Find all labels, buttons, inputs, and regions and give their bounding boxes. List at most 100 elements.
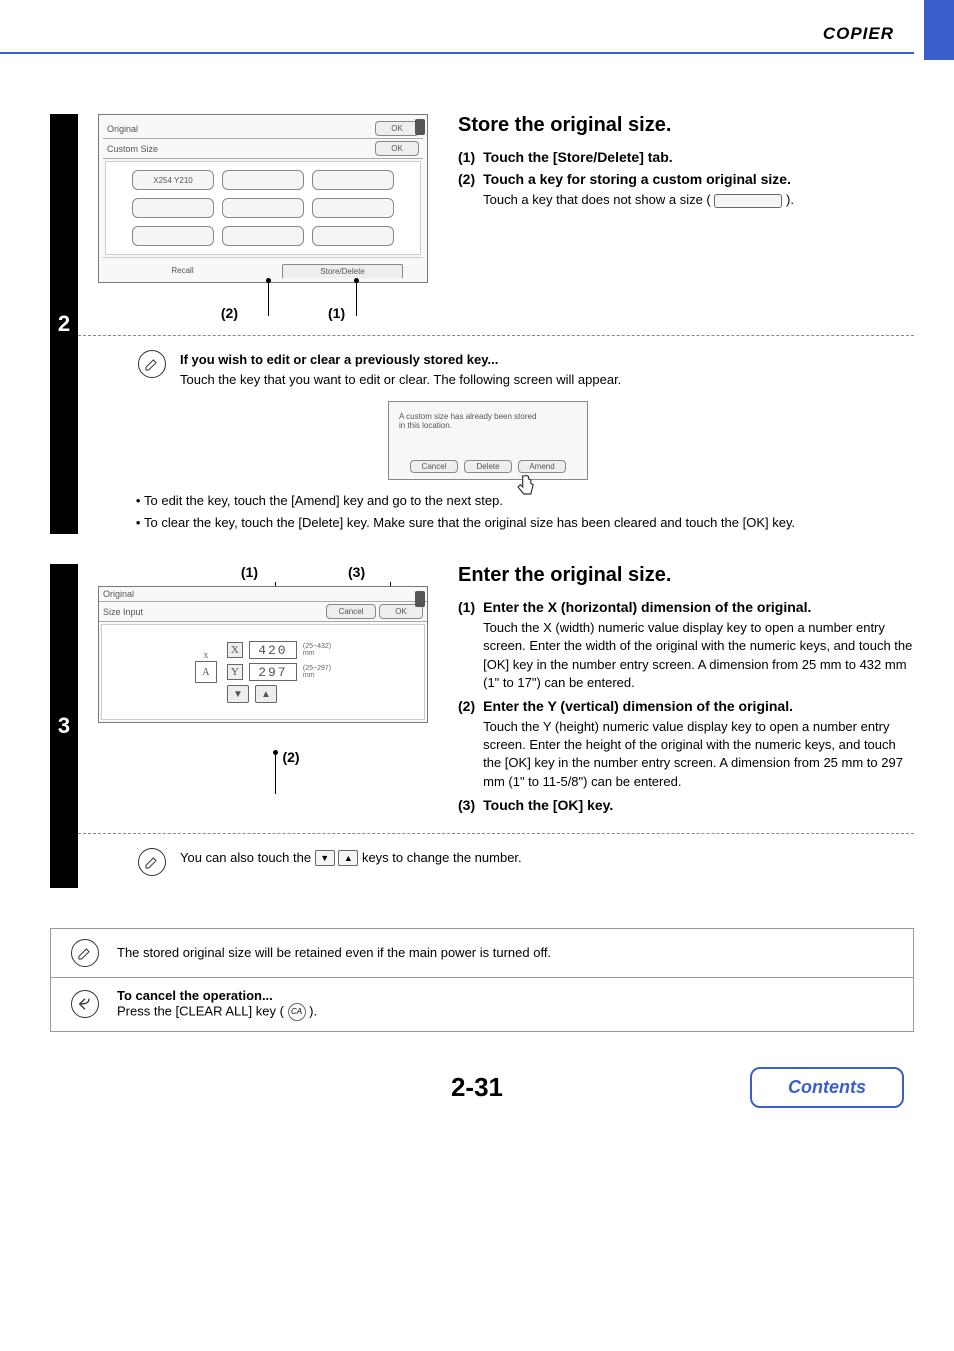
leader-dot [266, 278, 271, 283]
item3-txt-1: Enter the X (horizontal) dimension of th… [483, 599, 811, 615]
callout-1: (1) [328, 305, 345, 321]
dialog-delete-button[interactable]: Delete [464, 460, 512, 473]
callout3-2: (2) [282, 749, 299, 765]
item3-sub-1: Touch the X (width) numeric value displa… [483, 619, 914, 692]
confirm-dialog: A custom size has already been stored in… [388, 401, 588, 480]
custom-size-panel: Original OK Custom Size OK X254 Y210 [98, 114, 428, 283]
step-number-3-label: 3 [58, 713, 70, 739]
step2-note: If you wish to edit or clear a previousl… [138, 350, 914, 389]
item3-num-1: (1) [458, 599, 475, 692]
step3-text: Enter the original size. (1) Enter the X… [458, 564, 914, 819]
step-2: 2 Original OK Custom Size OK [50, 114, 914, 534]
stored-key-1[interactable]: X254 Y210 [132, 170, 214, 190]
note3-prefix: You can also touch the [180, 850, 315, 865]
dialog-amend-button[interactable]: Amend [518, 460, 566, 473]
item3-sub-2: Touch the Y (height) numeric value displ… [483, 718, 914, 791]
pencil-icon [71, 939, 99, 967]
empty-key[interactable] [222, 198, 304, 218]
pencil-icon [138, 848, 166, 876]
page-number: 2-31 [451, 1072, 503, 1103]
note-body-text: Touch the key that you want to edit or c… [180, 370, 914, 390]
cancel-body-a: Press the [CLEAR ALL] key ( [117, 1003, 284, 1018]
step-number-2: 2 [50, 114, 78, 534]
cancel-title: To cancel the operation... [117, 988, 273, 1003]
empty-key[interactable] [132, 226, 214, 246]
x-range: (25~432) mm [303, 643, 331, 657]
item-num-2: (2) [458, 171, 475, 209]
item3-num-2: (2) [458, 698, 475, 791]
page-header: COPIER [0, 0, 954, 52]
panel3-cancel[interactable]: Cancel [326, 604, 377, 619]
note3-suffix: keys to change the number. [362, 850, 522, 865]
side-tab [924, 0, 954, 60]
item3-txt-2: Enter the Y (vertical) dimension of the … [483, 698, 793, 714]
callout3-1: (1) [241, 564, 258, 580]
step2-text: Store the original size. (1) Touch the [… [458, 114, 914, 321]
dialog-cancel-button[interactable]: Cancel [410, 460, 458, 473]
x-value-input[interactable]: 420 [249, 641, 297, 659]
scroll-thumb[interactable] [415, 119, 425, 135]
step-number-3: 3 [50, 564, 78, 888]
up-arrow-icon: ▲ [338, 850, 358, 866]
cancel-body-b: ). [309, 1003, 317, 1018]
panel-ok-2[interactable]: OK [375, 141, 419, 156]
item-txt-1: Touch the [Store/Delete] tab. [483, 149, 914, 165]
cursor-hand-icon [511, 473, 539, 503]
down-arrow-icon: ▼ [315, 850, 335, 866]
note-bold: If you wish to edit or clear a previousl… [180, 350, 914, 370]
decrement-button[interactable]: ▼ [227, 685, 249, 703]
step2-callouts: (2) (1) [98, 305, 428, 321]
key-grid: X254 Y210 [105, 161, 421, 255]
scroll-thumb[interactable] [415, 591, 425, 607]
orientation-icon: X A [195, 661, 217, 683]
step3-diagram: (1) (3) Original [98, 564, 428, 819]
step3-title: Enter the original size. [458, 564, 914, 587]
sub-prefix: Touch a key that does not show a size ( [483, 192, 711, 207]
section-title: COPIER [823, 24, 894, 44]
panel-title: Original [107, 124, 138, 134]
step-number-2-label: 2 [58, 311, 70, 337]
panel3-title: Original [103, 589, 134, 599]
header-rule [0, 52, 914, 54]
y-label: Y [227, 664, 243, 680]
x-label: X [227, 642, 243, 658]
blank-key-icon [714, 194, 782, 208]
step-3: 3 (1) (3) [50, 564, 914, 888]
callout3-3: (3) [348, 564, 365, 580]
empty-key[interactable] [312, 198, 394, 218]
dashed-divider [78, 335, 914, 336]
step2-title: Store the original size. [458, 114, 914, 137]
empty-key[interactable] [132, 198, 214, 218]
recall-tab[interactable]: Recall [123, 264, 242, 278]
boxed-notes: The stored original size will be retaine… [50, 928, 914, 1032]
bullet-2: To clear the key, touch the [Delete] key… [144, 512, 914, 534]
item-num-1: (1) [458, 149, 475, 165]
y-range: (25~297) mm [303, 665, 331, 679]
step2-diagram: Original OK Custom Size OK X254 Y210 [98, 114, 428, 321]
y-value-input[interactable]: 297 [249, 663, 297, 681]
leader-dot [354, 278, 359, 283]
clear-all-key-icon: CA [288, 1003, 306, 1021]
panel-ok-1[interactable]: OK [375, 121, 419, 136]
increment-button[interactable]: ▲ [255, 685, 277, 703]
empty-key[interactable] [312, 226, 394, 246]
panel3-subtitle: Size Input [103, 607, 143, 617]
sub-suffix: ). [786, 192, 794, 207]
retain-note: The stored original size will be retaine… [117, 945, 551, 960]
empty-key[interactable] [222, 170, 304, 190]
back-arrow-icon [71, 990, 99, 1018]
item-sub-2: Touch a key that does not show a size ( … [483, 191, 914, 209]
step3-note: You can also touch the ▼ ▲ keys to chang… [138, 848, 914, 876]
leader-line [268, 282, 269, 316]
item3-txt-3: Touch the [OK] key. [483, 797, 914, 813]
item3-num-3: (3) [458, 797, 475, 813]
empty-key[interactable] [222, 226, 304, 246]
item-txt-2: Touch a key for storing a custom origina… [483, 171, 791, 187]
contents-button[interactable]: Contents [750, 1067, 904, 1108]
panel-tabs: Recall Store/Delete [103, 257, 423, 278]
empty-key[interactable] [312, 170, 394, 190]
store-delete-tab[interactable]: Store/Delete [282, 264, 403, 278]
page-footer: 2-31 Contents [0, 1072, 954, 1103]
pencil-icon [138, 350, 166, 378]
dialog-text-2: in this location. [399, 421, 577, 430]
